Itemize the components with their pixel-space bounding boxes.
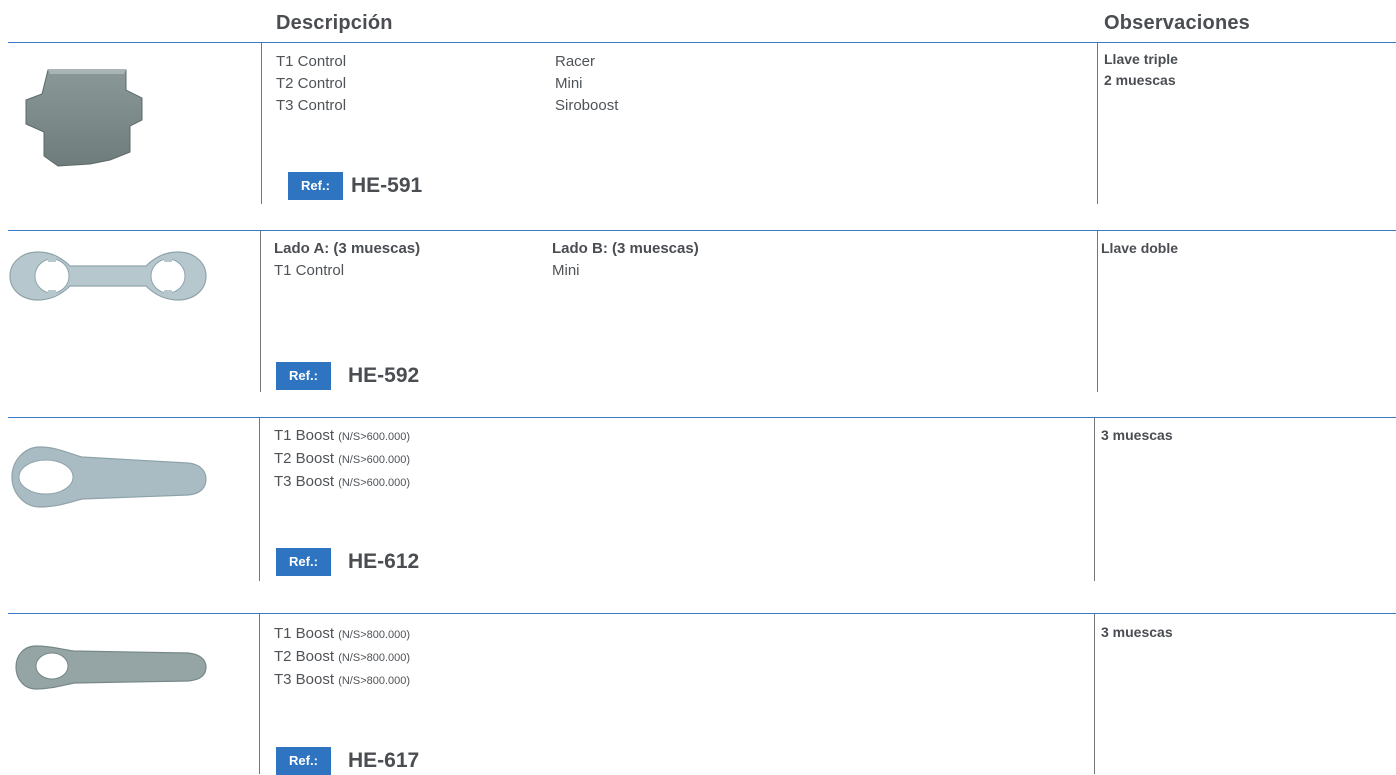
model-name: T1 Boost <box>274 625 335 642</box>
column-divider-left <box>260 231 261 392</box>
model-line: Mini <box>552 262 580 279</box>
model-name: T3 Boost <box>274 473 335 490</box>
ref-code: HE-591 <box>351 174 423 197</box>
column-divider-right <box>1094 418 1095 581</box>
compatible-models-col1: T1 Control T2 Control T3 Control <box>276 51 346 117</box>
product-row-he-617: T1 Boost (N/S>800.000) T2 Boost (N/S>800… <box>0 613 1396 775</box>
ref-code: HE-592 <box>348 364 420 387</box>
single-key-image <box>15 645 207 690</box>
model-name: T2 Boost <box>274 450 335 467</box>
row-divider <box>8 42 1396 43</box>
side-b-heading: Lado B: (3 muescas) <box>552 240 699 257</box>
ref-code: HE-617 <box>348 749 420 772</box>
compatible-models-col2: Racer Mini Siroboost <box>555 51 618 117</box>
model-name: T2 Boost <box>274 648 335 665</box>
triple-key-image <box>25 69 143 167</box>
model-line: T2 Boost (N/S>800.000) <box>274 646 410 669</box>
model-line: T1 Control <box>276 53 347 70</box>
serial-note: (N/S>800.000) <box>338 629 411 641</box>
ref-code: HE-612 <box>348 550 420 573</box>
observations: 3 muescas <box>1101 622 1173 643</box>
observation-line: 3 muescas <box>1101 624 1173 640</box>
product-row-he-612: T1 Boost (N/S>600.000) T2 Boost (N/S>600… <box>0 417 1396 581</box>
column-header-observations: Observaciones <box>1104 12 1251 34</box>
side-a-heading: Lado A: (3 muescas) <box>274 240 421 257</box>
model-line: T3 Boost (N/S>600.000) <box>274 471 410 494</box>
model-name: T1 Boost <box>274 427 335 444</box>
serial-note: (N/S>600.000) <box>338 477 411 489</box>
observation-line: 2 muescas <box>1104 72 1176 88</box>
column-divider-left <box>259 614 260 774</box>
single-key-image <box>11 446 207 508</box>
double-key-image <box>9 251 207 301</box>
ref-badge: Ref.: <box>276 362 331 390</box>
column-divider-left <box>261 43 262 204</box>
serial-note: (N/S>600.000) <box>338 454 411 466</box>
column-divider-left <box>259 418 260 581</box>
row-divider <box>8 230 1396 231</box>
column-divider-right <box>1094 614 1095 774</box>
model-line: T3 Control <box>276 97 347 114</box>
compatible-models-col2: Lado B: (3 muescas) Mini <box>552 238 699 282</box>
serial-note: (N/S>800.000) <box>338 652 411 664</box>
serial-note: (N/S>600.000) <box>338 431 411 443</box>
column-divider-right <box>1097 43 1098 204</box>
observation-line: Llave doble <box>1101 240 1179 256</box>
serial-note: (N/S>800.000) <box>338 675 411 687</box>
compatible-models-col1: Lado A: (3 muescas) T1 Control <box>274 238 420 282</box>
ref-badge: Ref.: <box>288 172 343 200</box>
compatible-models-col1: T1 Boost (N/S>600.000) T2 Boost (N/S>600… <box>274 425 410 494</box>
model-line: T1 Boost (N/S>600.000) <box>274 425 410 448</box>
column-divider-right <box>1097 231 1098 392</box>
model-line: T1 Boost (N/S>800.000) <box>274 623 410 646</box>
model-line: Siroboost <box>555 97 619 114</box>
observations: 3 muescas <box>1101 425 1173 446</box>
column-header-description: Descripción <box>276 12 393 34</box>
observation-line: Llave triple <box>1104 51 1178 67</box>
compatible-models-col1: T1 Boost (N/S>800.000) T2 Boost (N/S>800… <box>274 623 410 692</box>
row-divider <box>8 613 1396 614</box>
product-row-he-591: T1 Control T2 Control T3 Control Racer M… <box>0 42 1396 204</box>
ref-badge: Ref.: <box>276 747 331 775</box>
product-row-he-592: Lado A: (3 muescas) T1 Control Lado B: (… <box>0 230 1396 392</box>
model-name: T3 Boost <box>274 671 335 688</box>
observations: Llave doble <box>1101 238 1178 259</box>
model-line: T2 Boost (N/S>600.000) <box>274 448 410 471</box>
model-line: T3 Boost (N/S>800.000) <box>274 669 410 692</box>
ref-badge: Ref.: <box>276 548 331 576</box>
model-line: Mini <box>555 75 583 92</box>
model-line: T2 Control <box>276 75 347 92</box>
model-line: T1 Control <box>274 262 345 279</box>
observations: Llave triple 2 muescas <box>1104 49 1178 91</box>
row-divider <box>8 417 1396 418</box>
model-line: Racer <box>555 53 596 70</box>
observation-line: 3 muescas <box>1101 427 1173 443</box>
